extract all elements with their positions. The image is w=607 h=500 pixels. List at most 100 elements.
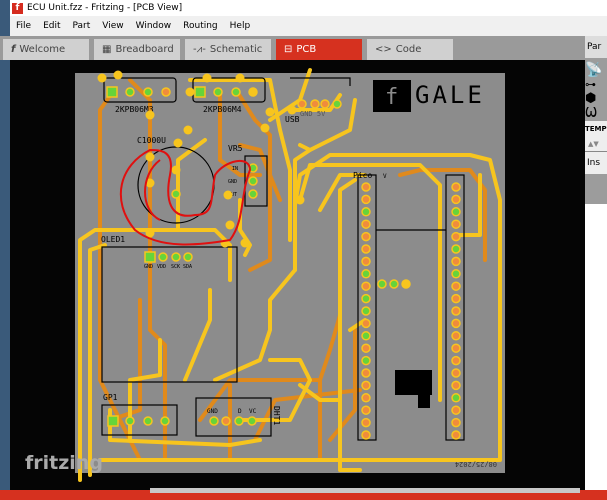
pico-left-pin[interactable] xyxy=(361,343,371,353)
dht-pin[interactable] xyxy=(221,416,231,426)
pico-right-pin[interactable] xyxy=(451,231,461,242)
tab-schematic[interactable]: -⩘- Schematic xyxy=(185,39,271,60)
vr-pin[interactable] xyxy=(248,176,258,186)
via[interactable] xyxy=(287,105,297,115)
via[interactable] xyxy=(240,238,250,248)
conn1-pin[interactable] xyxy=(125,87,135,97)
via[interactable] xyxy=(145,110,155,120)
vr-pin[interactable] xyxy=(248,189,258,199)
dht-pin[interactable] xyxy=(247,416,257,426)
pico-test-pin[interactable] xyxy=(377,279,387,289)
via[interactable] xyxy=(265,107,275,117)
antenna-part-icon[interactable]: 📡 xyxy=(585,58,607,78)
via[interactable] xyxy=(113,70,123,80)
via[interactable] xyxy=(97,73,107,83)
conn2-pin[interactable] xyxy=(213,87,223,97)
oled-pin[interactable] xyxy=(158,252,168,262)
pico-left-pin[interactable] xyxy=(361,231,371,242)
connector-part-icon[interactable]: ⊶ xyxy=(585,78,607,91)
pico-left-pin[interactable] xyxy=(361,281,371,291)
pico-left-pin[interactable] xyxy=(361,244,371,254)
menu-file[interactable]: File xyxy=(10,21,37,31)
gp-pin[interactable] xyxy=(160,416,170,426)
tab-welcome[interactable]: f Welcome xyxy=(3,39,89,60)
dht-pin[interactable] xyxy=(209,416,219,426)
pico-test-pin[interactable] xyxy=(389,279,399,289)
horizontal-scrollbar[interactable] xyxy=(150,488,580,493)
pico-left-pin[interactable] xyxy=(361,293,371,304)
oled-pin[interactable] xyxy=(144,251,156,263)
pico-left-pin[interactable] xyxy=(361,318,371,329)
pico-left-pin[interactable] xyxy=(361,194,371,205)
pico-right-pin[interactable] xyxy=(451,380,461,391)
oled-pin[interactable] xyxy=(171,252,181,262)
pico-right-pin[interactable] xyxy=(451,430,461,440)
pico-right-pin[interactable] xyxy=(451,256,461,267)
menu-view[interactable]: View xyxy=(96,21,129,31)
pico-right-pin[interactable] xyxy=(451,331,461,341)
via[interactable] xyxy=(235,73,245,83)
conn1-pin[interactable] xyxy=(106,86,118,98)
hexagon-part-icon[interactable]: ⬢ xyxy=(585,91,607,106)
pico-right-pin[interactable] xyxy=(451,194,461,205)
pico-test-pin[interactable] xyxy=(401,279,411,289)
pico-right-pin[interactable] xyxy=(451,368,461,378)
via[interactable] xyxy=(223,190,233,200)
pico-left-pin[interactable] xyxy=(361,368,371,378)
pico-left-pin[interactable] xyxy=(361,207,371,217)
pico-right-pin[interactable] xyxy=(451,244,461,254)
pico-left-pin[interactable] xyxy=(361,331,371,341)
pico-right-pin[interactable] xyxy=(451,355,461,366)
pico-right-pin[interactable] xyxy=(451,306,461,316)
scroll-arrows-icon[interactable]: ▲▼ xyxy=(585,137,607,151)
pico-left-pin[interactable] xyxy=(361,182,371,192)
pico-left-pin[interactable] xyxy=(361,269,371,279)
pico-left-pin[interactable] xyxy=(361,256,371,267)
pico-right-pin[interactable] xyxy=(451,219,461,229)
oled-pin[interactable] xyxy=(183,252,193,262)
pico-left-pin[interactable] xyxy=(361,219,371,229)
usb-pin[interactable] xyxy=(310,99,320,109)
conn2-pin[interactable] xyxy=(194,86,206,98)
pico-left-pin[interactable] xyxy=(361,430,371,440)
pico-left-pin[interactable] xyxy=(361,380,371,391)
via[interactable] xyxy=(173,138,183,148)
pico-left-pin[interactable] xyxy=(361,355,371,366)
pico-right-pin[interactable] xyxy=(451,293,461,304)
pico-left-pin[interactable] xyxy=(361,306,371,316)
usb-pin[interactable] xyxy=(320,99,330,109)
dht-pin[interactable] xyxy=(234,416,244,426)
pico-right-pin[interactable] xyxy=(451,281,461,291)
pico-left-pin[interactable] xyxy=(361,405,371,415)
via[interactable] xyxy=(145,152,155,162)
pico-right-pin[interactable] xyxy=(451,269,461,279)
gp-pin[interactable] xyxy=(143,416,153,426)
pcb-canvas[interactable]: f GALE 2KPB06M3 2KPB06M4 USB GND 5V C100… xyxy=(10,60,585,492)
pico-left-pin[interactable] xyxy=(361,393,371,403)
coil-part-icon[interactable]: Ѡ xyxy=(585,106,607,121)
tab-pcb[interactable]: ⊟ PCB xyxy=(276,39,362,60)
tab-code[interactable]: <> Code xyxy=(367,39,453,60)
gp-pin[interactable] xyxy=(125,416,135,426)
via[interactable] xyxy=(202,73,212,83)
menu-help[interactable]: Help xyxy=(224,21,257,31)
menu-part[interactable]: Part xyxy=(67,21,97,31)
pico-right-pin[interactable] xyxy=(451,207,461,217)
usb-pin[interactable] xyxy=(332,99,342,109)
conn1-pin[interactable] xyxy=(161,87,171,97)
pico-right-pin[interactable] xyxy=(451,318,461,329)
gp-pin[interactable] xyxy=(107,415,119,427)
menu-routing[interactable]: Routing xyxy=(177,21,224,31)
pico-right-pin[interactable] xyxy=(451,393,461,403)
pico-left-pin[interactable] xyxy=(361,417,371,428)
menu-edit[interactable]: Edit xyxy=(37,21,66,31)
tab-breadboard[interactable]: ▦ Breadboard xyxy=(94,39,180,60)
usb-pin[interactable] xyxy=(297,99,307,109)
via[interactable] xyxy=(295,195,305,205)
conn2-pin[interactable] xyxy=(231,87,241,97)
capacitor-pin[interactable] xyxy=(171,189,181,199)
via[interactable] xyxy=(225,220,235,230)
conn1-pin[interactable] xyxy=(143,87,153,97)
conn2-pin[interactable] xyxy=(248,87,258,97)
pico-right-pin[interactable] xyxy=(451,417,461,428)
